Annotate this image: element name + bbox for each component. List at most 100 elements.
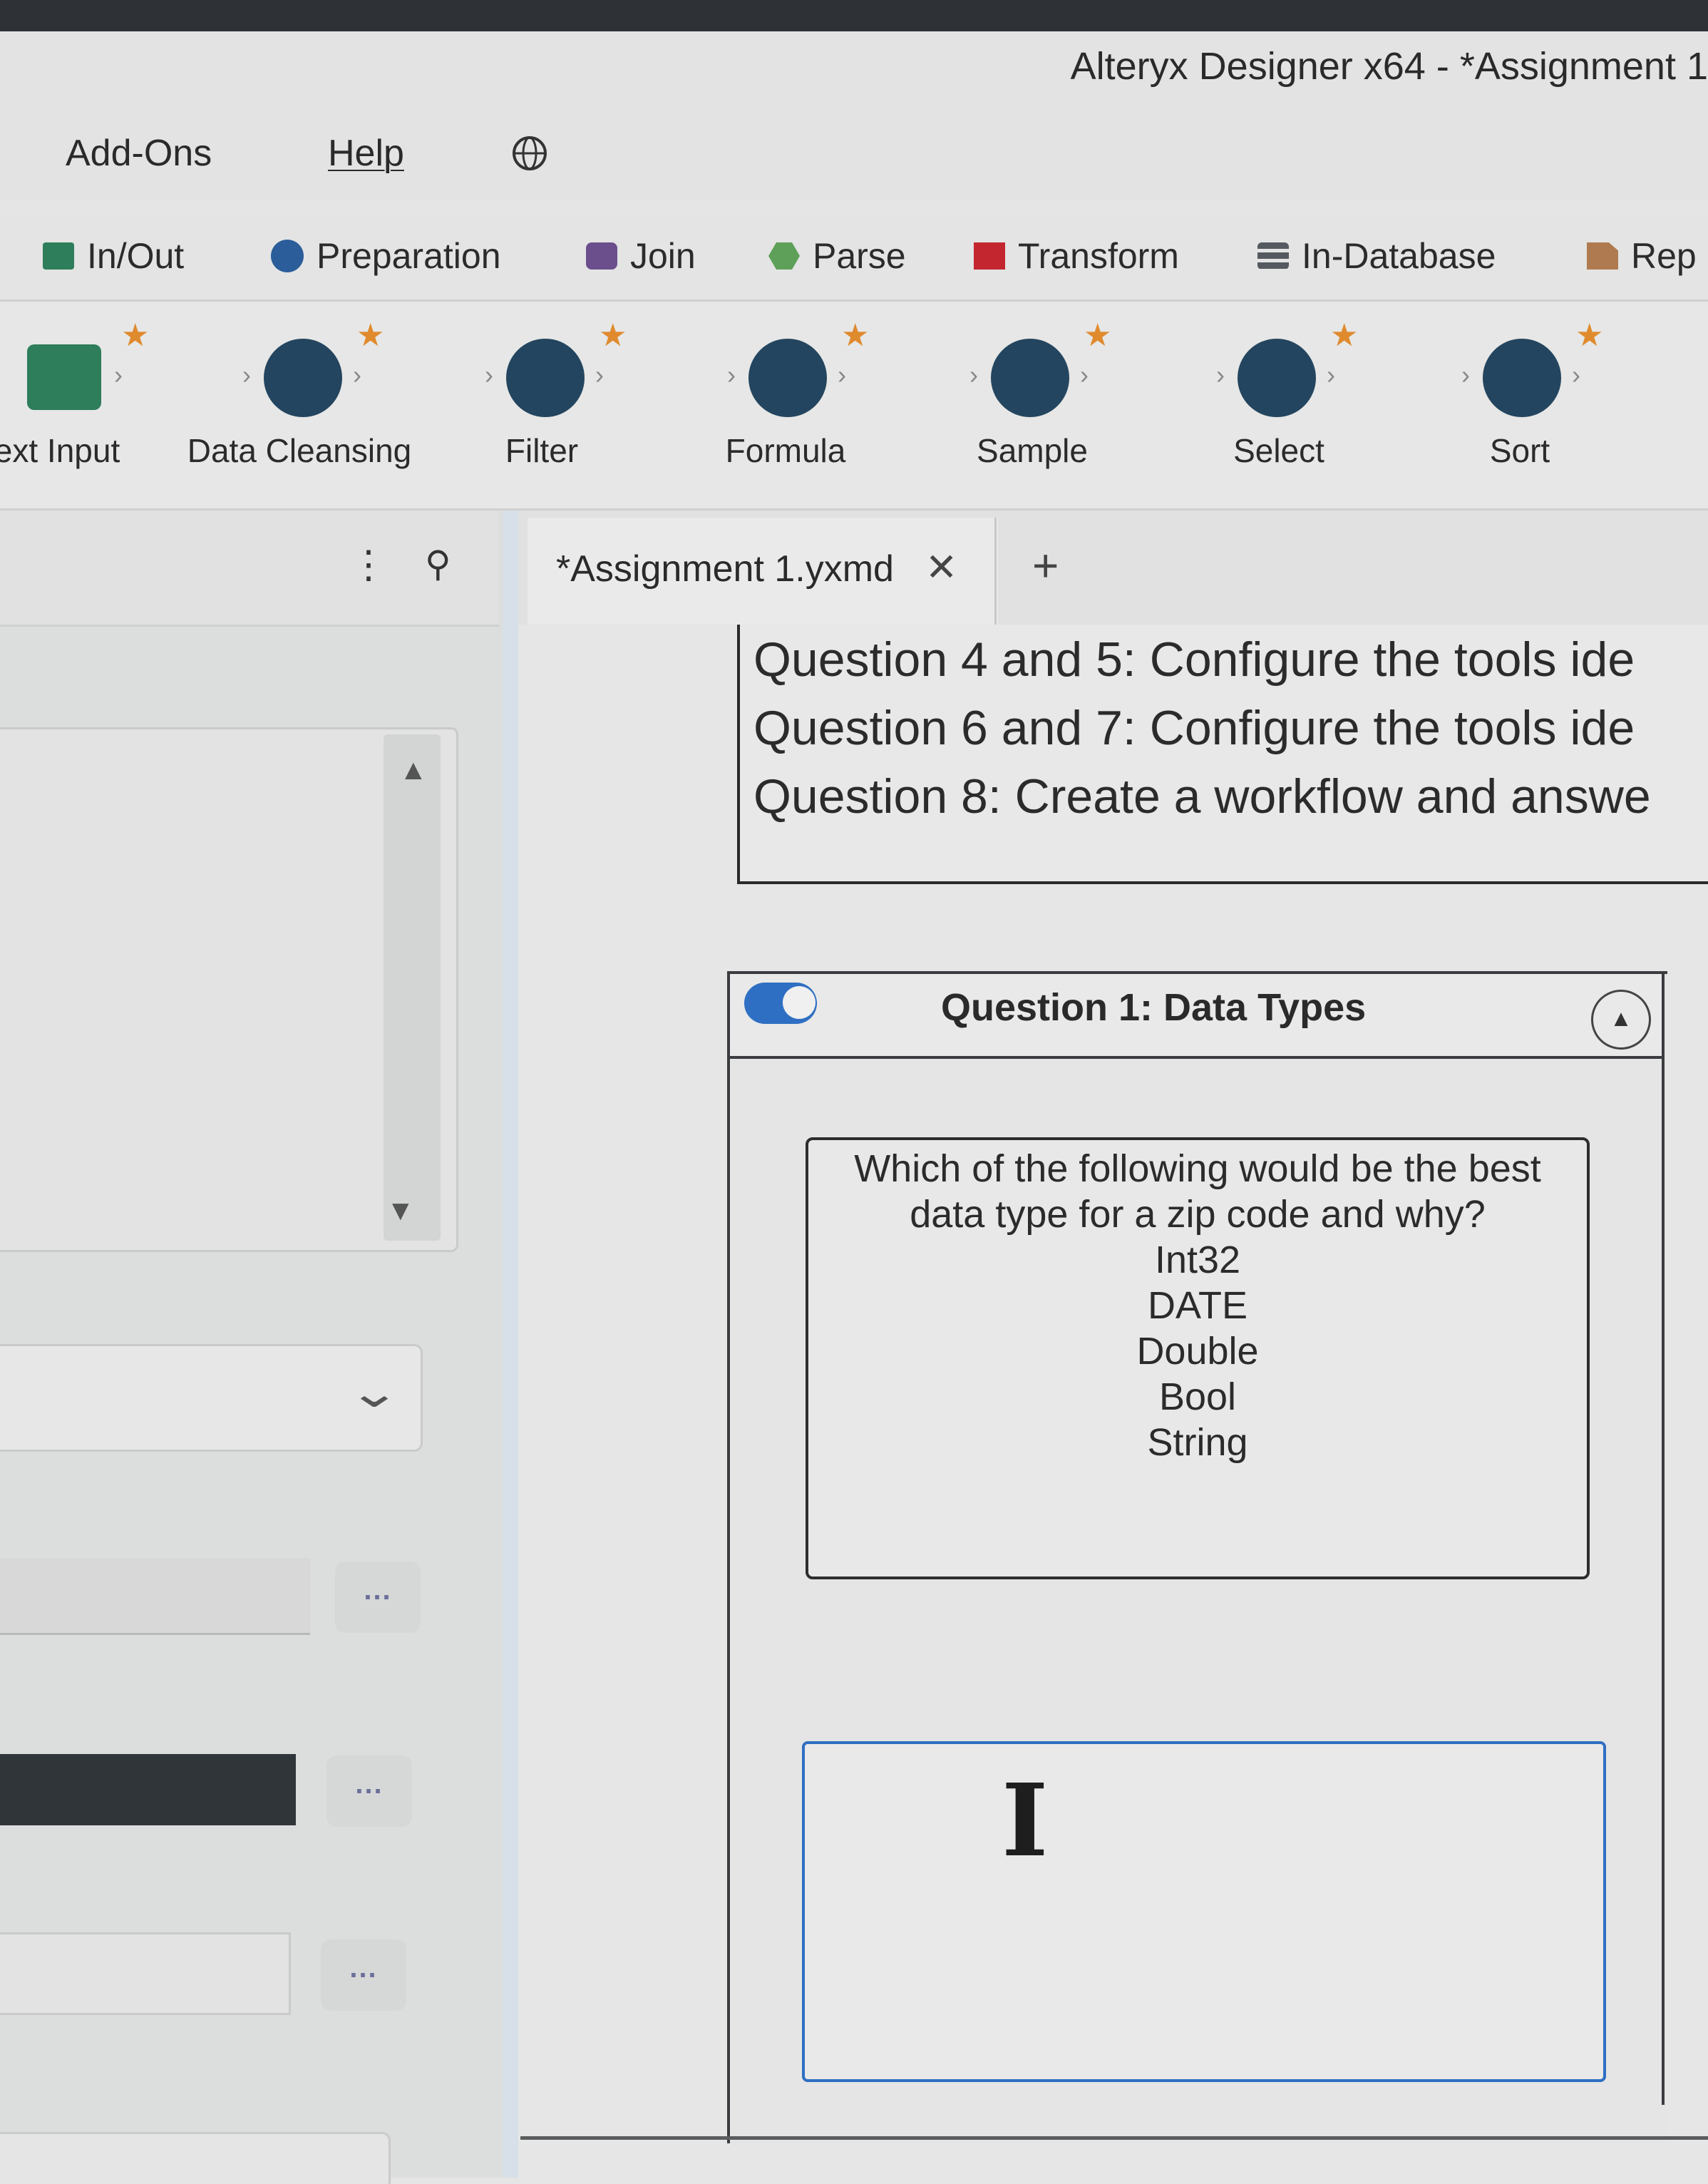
square-icon bbox=[586, 242, 617, 270]
chevron-right-icon: › bbox=[114, 360, 123, 389]
circle-icon bbox=[271, 240, 304, 272]
tool-label: Filter bbox=[505, 432, 579, 469]
comment-line: Question 8: Create a workflow and answe bbox=[753, 769, 1651, 824]
text-cursor-icon: I bbox=[1002, 1763, 1049, 1880]
tool-label: ext Input bbox=[0, 432, 120, 469]
tool-label: Select bbox=[1233, 432, 1324, 469]
pin-icon[interactable]: ⚲ bbox=[425, 543, 451, 585]
ellipsis-button[interactable]: ... bbox=[335, 1562, 421, 1633]
tool-label: Data Cleansing bbox=[187, 432, 412, 469]
category-in-database[interactable]: In-Database bbox=[1257, 235, 1496, 277]
scroll-up-icon[interactable]: ▲ bbox=[399, 754, 428, 786]
tab-divider bbox=[994, 518, 997, 625]
answer-option: Int32 bbox=[1154, 1239, 1241, 1281]
answer-option: Double bbox=[1136, 1330, 1259, 1373]
screen-bezel bbox=[0, 0, 1708, 31]
panel-splitter[interactable] bbox=[503, 511, 518, 2178]
chevron-right-icon: › bbox=[727, 360, 736, 389]
tab-label: *Assignment 1.yxmd bbox=[556, 548, 894, 590]
menu-help[interactable]: Help bbox=[328, 132, 404, 175]
ellipsis-button[interactable]: ... bbox=[321, 1939, 406, 2011]
answer-text-box[interactable] bbox=[802, 1741, 1606, 2082]
star-icon: ★ bbox=[121, 318, 150, 353]
tool-filter[interactable]: › › ★ Filter bbox=[435, 318, 649, 488]
filter-icon bbox=[506, 339, 585, 417]
container-border bbox=[1662, 971, 1665, 2105]
category-label: Preparation bbox=[317, 236, 501, 276]
window-title: Alteryx Designer x64 - *Assignment 1 bbox=[1070, 45, 1708, 88]
question-prompt: data type for a zip code and why? bbox=[910, 1193, 1486, 1236]
chevron-right-icon: › bbox=[1572, 360, 1580, 389]
tool-sample[interactable]: › › ★ Sample bbox=[920, 318, 1133, 488]
comment-line: Question 6 and 7: Configure the tools id… bbox=[753, 701, 1635, 755]
question-comment[interactable]: Which of the following would be the best… bbox=[806, 1137, 1590, 1579]
star-icon: ★ bbox=[1330, 318, 1359, 353]
star-icon: ★ bbox=[1084, 318, 1112, 353]
formula-icon bbox=[748, 339, 827, 417]
category-reporting[interactable]: Rep bbox=[1587, 235, 1697, 277]
select-icon bbox=[1238, 339, 1316, 417]
answer-option: Bool bbox=[1158, 1375, 1237, 1418]
database-icon bbox=[1257, 242, 1289, 270]
chevron-down-icon[interactable]: ⌄ bbox=[347, 1368, 401, 1417]
tool-data-cleansing[interactable]: › › ★ Data Cleansing bbox=[187, 318, 412, 488]
chevron-right-icon: › bbox=[242, 360, 251, 389]
chevron-right-icon: › bbox=[969, 360, 978, 389]
comment-line: Question 4 and 5: Configure the tools id… bbox=[753, 632, 1635, 687]
category-in-out[interactable]: In/Out bbox=[43, 235, 184, 277]
transform-icon bbox=[974, 242, 1005, 270]
category-label: In/Out bbox=[87, 236, 185, 276]
chevron-right-icon: › bbox=[1080, 360, 1089, 389]
collapse-up-icon[interactable]: ▲ bbox=[1591, 990, 1651, 1050]
ellipsis-button[interactable]: ... bbox=[326, 1755, 412, 1827]
answer-option: DATE bbox=[1147, 1284, 1247, 1327]
category-join[interactable]: Join bbox=[586, 235, 696, 277]
close-icon[interactable]: ✕ bbox=[925, 545, 957, 590]
star-icon: ★ bbox=[356, 318, 385, 353]
config-color-field[interactable] bbox=[0, 1754, 296, 1825]
tool-label: Sample bbox=[977, 432, 1088, 469]
category-label: Join bbox=[630, 236, 696, 276]
chevron-right-icon: › bbox=[1461, 360, 1470, 389]
tool-formula[interactable]: › › ★ Formula bbox=[677, 318, 891, 488]
category-label: Rep bbox=[1631, 236, 1697, 276]
category-label: In-Database bbox=[1302, 236, 1496, 276]
toggle-knob bbox=[783, 986, 816, 1019]
tool-label: Formula bbox=[725, 432, 846, 469]
category-label: Transform bbox=[1018, 236, 1179, 276]
panel-header bbox=[0, 511, 499, 627]
question-prompt: Which of the following would be the best bbox=[854, 1147, 1541, 1190]
sample-icon bbox=[991, 339, 1069, 417]
chevron-right-icon: › bbox=[485, 360, 493, 389]
globe-icon[interactable] bbox=[510, 134, 549, 173]
category-preparation[interactable]: Preparation bbox=[271, 235, 501, 277]
menu-add-ons[interactable]: Add-Ons bbox=[66, 132, 212, 175]
add-tab-button[interactable]: + bbox=[1032, 539, 1059, 592]
data-cleansing-icon bbox=[264, 339, 342, 417]
book-icon bbox=[27, 344, 101, 410]
category-parse[interactable]: Parse bbox=[768, 235, 906, 277]
container-title: Question 1: Data Types bbox=[941, 986, 1367, 1029]
config-field[interactable] bbox=[0, 2132, 391, 2184]
chevron-right-icon: › bbox=[595, 360, 604, 389]
tool-select[interactable]: › › ★ Select bbox=[1166, 318, 1380, 488]
chevron-right-icon: › bbox=[353, 360, 361, 389]
panel-menu-icon[interactable]: ⋮ bbox=[349, 542, 388, 587]
config-field[interactable] bbox=[0, 1932, 291, 2015]
answer-option: String bbox=[1147, 1421, 1248, 1464]
scrollbar[interactable] bbox=[384, 734, 441, 1241]
category-transform[interactable]: Transform bbox=[974, 235, 1179, 277]
category-label: Parse bbox=[813, 236, 906, 276]
tool-text-input[interactable]: › ★ ext Input bbox=[0, 318, 171, 488]
sort-icon bbox=[1483, 339, 1561, 417]
star-icon: ★ bbox=[841, 318, 870, 353]
menu-bar bbox=[0, 110, 1708, 199]
chevron-right-icon: › bbox=[1327, 360, 1335, 389]
folder-icon bbox=[43, 242, 74, 270]
scroll-down-icon[interactable]: ▼ bbox=[386, 1195, 415, 1227]
hexagon-icon bbox=[768, 242, 800, 270]
config-field[interactable] bbox=[0, 1558, 310, 1635]
star-icon: ★ bbox=[1575, 318, 1604, 353]
tool-sort[interactable]: › › ★ Sort bbox=[1411, 318, 1625, 488]
star-icon: ★ bbox=[599, 318, 627, 353]
